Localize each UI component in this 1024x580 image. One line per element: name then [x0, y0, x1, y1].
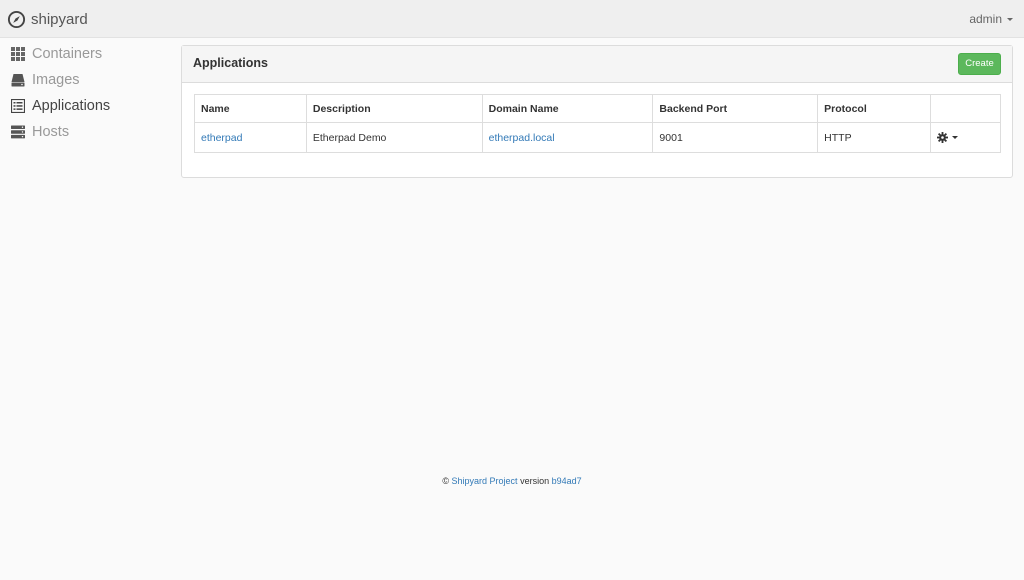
column-header-protocol: Protocol [817, 94, 932, 123]
column-header-domain: Domain Name [481, 94, 654, 123]
table-row: etherpad Etherpad Demo etherpad.local 90… [194, 122, 1001, 153]
cell-description: Etherpad Demo [305, 122, 483, 153]
gear-icon [937, 132, 949, 143]
user-menu-dropdown[interactable]: admin [969, 12, 1013, 26]
column-header-description: Description [305, 94, 483, 123]
version-link[interactable]: b94ad7 [552, 476, 582, 486]
list-alt-icon [11, 99, 25, 113]
column-header-name: Name [194, 94, 307, 123]
grid-icon [11, 47, 25, 61]
project-link[interactable]: Shipyard Project [452, 476, 518, 486]
sidebar-item-label: Applications [32, 98, 111, 114]
sidebar-item-hosts[interactable]: Hosts [0, 119, 175, 145]
top-navbar: shipyard admin [0, 0, 1024, 38]
sidebar-item-applications[interactable]: Applications [0, 93, 175, 119]
cell-name: etherpad [194, 122, 307, 153]
cell-actions [930, 122, 1001, 153]
applications-panel: Applications Create Name Description Dom… [181, 45, 1013, 178]
domain-link[interactable]: etherpad.local [489, 132, 555, 144]
chevron-down-icon [1007, 17, 1013, 21]
chevron-down-icon [952, 136, 959, 139]
version-label: version [520, 476, 550, 486]
brand-link[interactable]: shipyard [7, 9, 88, 29]
sidebar: Containers Images Applications Hosts [0, 41, 175, 145]
column-header-port: Backend Port [652, 94, 819, 123]
sidebar-item-images[interactable]: Images [0, 67, 175, 93]
server-icon [11, 125, 25, 139]
brand-name: shipyard [31, 10, 88, 28]
row-actions-dropdown[interactable] [937, 132, 959, 143]
page-title: Applications [193, 56, 269, 70]
cell-port: 9001 [652, 122, 819, 153]
cell-domain: etherpad.local [481, 122, 654, 153]
applications-table: Name Description Domain Name Backend Por… [194, 94, 1001, 153]
application-name-link[interactable]: etherpad [201, 132, 242, 144]
create-button[interactable]: Create [958, 53, 1001, 75]
copyright-symbol: © [442, 476, 449, 486]
table-header-row: Name Description Domain Name Backend Por… [194, 94, 1001, 123]
sidebar-item-label: Hosts [32, 124, 70, 140]
panel-heading: Applications Create [182, 46, 1012, 83]
compass-icon [7, 10, 26, 28]
cell-protocol: HTTP [817, 122, 932, 153]
sidebar-item-containers[interactable]: Containers [0, 41, 175, 67]
footer: © Shipyard Project version b94ad7 [0, 476, 1024, 486]
user-name: admin [969, 12, 1002, 26]
hdd-icon [11, 74, 25, 87]
column-header-actions [930, 94, 1001, 123]
sidebar-item-label: Images [32, 72, 80, 88]
sidebar-item-label: Containers [32, 46, 103, 62]
